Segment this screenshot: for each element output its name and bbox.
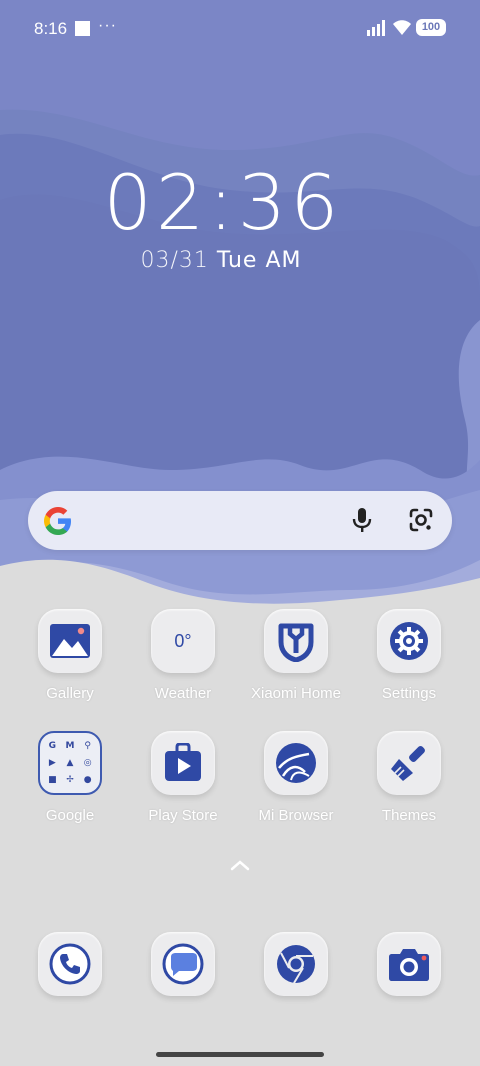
folder-google[interactable]: G M ⚲ ▶ ▲ ◎ ■ ✢ ● Google (14, 731, 126, 824)
app-label: Mi Browser (258, 807, 334, 824)
chrome-icon (277, 945, 315, 984)
app-label: Xiaomi Home (250, 685, 342, 702)
google-search-bar[interactable] (28, 491, 452, 550)
play-store-tile (151, 731, 215, 795)
weekday: Tue (216, 248, 258, 273)
themes-brush-icon (391, 746, 425, 781)
app-settings[interactable]: Settings (353, 609, 465, 702)
folder-assistant-icon: ● (83, 775, 92, 785)
signal-icon (367, 20, 385, 36)
chevron-up-icon[interactable] (230, 858, 250, 872)
messages-tile (151, 932, 215, 996)
am-pm: AM (265, 248, 302, 273)
folder-photos-icon: ✢ (66, 775, 74, 785)
folder-chrome-icon: ◎ (83, 758, 92, 768)
app-label: Google (45, 807, 95, 824)
folder-drive-icon: ▲ (66, 758, 74, 768)
google-g-icon (44, 507, 71, 535)
battery-icon: 100 (416, 19, 446, 36)
folder-google-icon: G (48, 741, 57, 751)
more-notifications-icon: ··· (98, 17, 117, 34)
themes-tile (377, 731, 441, 795)
weather-temperature: 0° (174, 630, 192, 651)
weather-tile: 0° (151, 609, 215, 673)
play-store-icon (165, 743, 201, 781)
app-play-store[interactable]: Play Store (127, 731, 239, 824)
google-lens-icon[interactable] (408, 507, 434, 533)
wifi-icon (393, 20, 411, 35)
app-label: Settings (381, 685, 437, 702)
settings-gear-icon (390, 622, 428, 660)
folder-meet-icon: ■ (48, 775, 57, 785)
camera-icon (389, 949, 429, 981)
mic-icon[interactable] (350, 506, 374, 534)
mi-browser-tile (264, 731, 328, 795)
camera-tile (377, 932, 441, 996)
settings-tile (377, 609, 441, 673)
app-label: Gallery (46, 685, 94, 702)
app-weather[interactable]: 0° Weather (127, 609, 239, 702)
date-value: 03/31 (140, 248, 209, 273)
lock-date: 03/31 Tue AM (0, 248, 442, 273)
app-mi-browser[interactable]: Mi Browser (240, 731, 352, 824)
dock-messages[interactable] (127, 932, 239, 996)
gallery-icon (50, 624, 90, 658)
phone-icon (49, 943, 91, 985)
xiaomi-home-icon (278, 623, 314, 662)
home-indicator[interactable] (156, 1052, 324, 1057)
folder-maps-icon: ⚲ (84, 741, 91, 751)
xiaomi-home-tile (264, 609, 328, 673)
status-time: 8:16 (34, 19, 68, 38)
dock-phone[interactable] (14, 932, 126, 996)
phone-tile (38, 932, 102, 996)
gallery-tile (38, 609, 102, 673)
google-folder-icon: G M ⚲ ▶ ▲ ◎ ■ ✢ ● (38, 731, 102, 795)
app-xiaomi-home[interactable]: Xiaomi Home (240, 609, 352, 702)
chrome-tile (264, 932, 328, 996)
app-label: Weather (154, 685, 212, 702)
notification-square-icon (75, 21, 90, 36)
dock-camera[interactable] (353, 932, 465, 996)
status-bar: 8:16 ··· 100 (0, 0, 480, 56)
dock-chrome[interactable] (240, 932, 352, 996)
app-label: Themes (381, 807, 437, 824)
messages-icon (162, 943, 204, 985)
app-label: Play Store (148, 807, 218, 824)
folder-youtube-icon: ▶ (48, 758, 56, 768)
mi-browser-icon (276, 743, 316, 783)
lock-clock: 02:36 (103, 158, 343, 247)
app-gallery[interactable]: Gallery (14, 609, 126, 702)
app-themes[interactable]: Themes (353, 731, 465, 824)
folder-gmail-icon: M (65, 741, 75, 751)
